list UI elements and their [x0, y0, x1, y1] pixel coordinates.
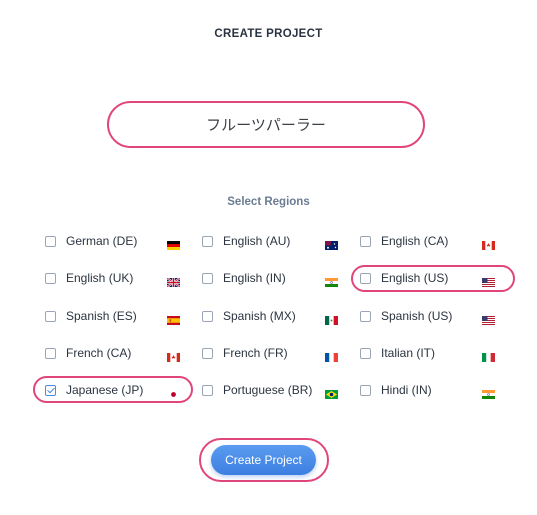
page-title: CREATE PROJECT — [214, 28, 323, 40]
region-option[interactable]: Spanish (US) — [360, 309, 496, 329]
region-label: Spanish (US) — [381, 309, 453, 323]
region-label: Italian (IT) — [381, 346, 436, 360]
create-project-button[interactable]: Create Project — [211, 445, 316, 475]
au-flag-icon — [325, 237, 338, 250]
fr-flag-icon — [325, 349, 338, 362]
region-option[interactable]: French (FR) — [202, 346, 339, 366]
ca-flag-icon — [167, 349, 180, 362]
region-option[interactable]: English (IN) — [202, 271, 339, 291]
br-flag-icon — [325, 386, 338, 399]
region-label: Hindi (IN) — [381, 383, 432, 397]
region-option[interactable]: Spanish (MX) — [202, 309, 339, 329]
region-checkbox[interactable] — [360, 273, 371, 284]
region-checkbox[interactable] — [45, 311, 56, 322]
region-label: English (AU) — [223, 234, 291, 248]
region-label: French (CA) — [66, 346, 132, 360]
region-label: English (US) — [381, 271, 449, 285]
de-flag-icon — [167, 237, 180, 250]
in-flag-icon — [325, 274, 338, 287]
es-flag-icon — [167, 312, 180, 325]
region-label: German (DE) — [66, 234, 138, 248]
region-checkbox[interactable] — [45, 236, 56, 247]
region-option[interactable]: Hindi (IN) — [360, 383, 496, 403]
region-option[interactable]: Spanish (ES) — [45, 309, 181, 329]
region-option[interactable]: English (UK) — [45, 271, 181, 291]
region-option[interactable]: Portuguese (BR) — [202, 383, 339, 403]
region-checkbox[interactable] — [45, 385, 56, 396]
us-flag-icon — [482, 312, 495, 325]
region-checkbox[interactable] — [360, 236, 371, 247]
region-option[interactable]: French (CA) — [45, 346, 181, 366]
region-checkbox[interactable] — [360, 311, 371, 322]
regions-heading: Select Regions — [227, 196, 310, 208]
region-option[interactable]: Italian (IT) — [360, 346, 496, 366]
ca-flag-icon — [482, 237, 495, 250]
region-label: English (IN) — [223, 271, 286, 285]
region-option[interactable]: Japanese (JP) — [45, 383, 181, 403]
region-checkbox[interactable] — [45, 348, 56, 359]
mx-flag-icon — [325, 312, 338, 325]
region-checkbox[interactable] — [360, 348, 371, 359]
uk-flag-icon — [166, 274, 181, 288]
region-checkbox[interactable] — [360, 385, 371, 396]
region-checkbox[interactable] — [202, 348, 213, 359]
region-label: Portuguese (BR) — [223, 383, 313, 397]
it-flag-icon — [482, 349, 495, 362]
jp-flag-icon — [167, 386, 180, 399]
region-option[interactable]: English (CA) — [360, 234, 496, 254]
region-option[interactable]: German (DE) — [45, 234, 181, 254]
region-label: Spanish (MX) — [223, 309, 296, 323]
region-label: French (FR) — [223, 346, 288, 360]
region-checkbox[interactable] — [202, 273, 213, 284]
region-option[interactable]: English (AU) — [202, 234, 339, 254]
region-checkbox[interactable] — [45, 273, 56, 284]
us-flag-icon — [482, 274, 495, 287]
region-label: English (UK) — [66, 271, 134, 285]
in-flag-icon — [482, 386, 495, 399]
region-label: Spanish (ES) — [66, 309, 137, 323]
region-checkbox[interactable] — [202, 311, 213, 322]
region-label: English (CA) — [381, 234, 449, 248]
project-name-input[interactable]: フルーツパーラー — [107, 101, 425, 148]
region-checkbox[interactable] — [202, 236, 213, 247]
region-checkbox[interactable] — [202, 385, 213, 396]
region-label: Japanese (JP) — [66, 383, 144, 397]
project-name-value: フルーツパーラー — [206, 116, 326, 134]
region-option[interactable]: English (US) — [360, 271, 496, 291]
